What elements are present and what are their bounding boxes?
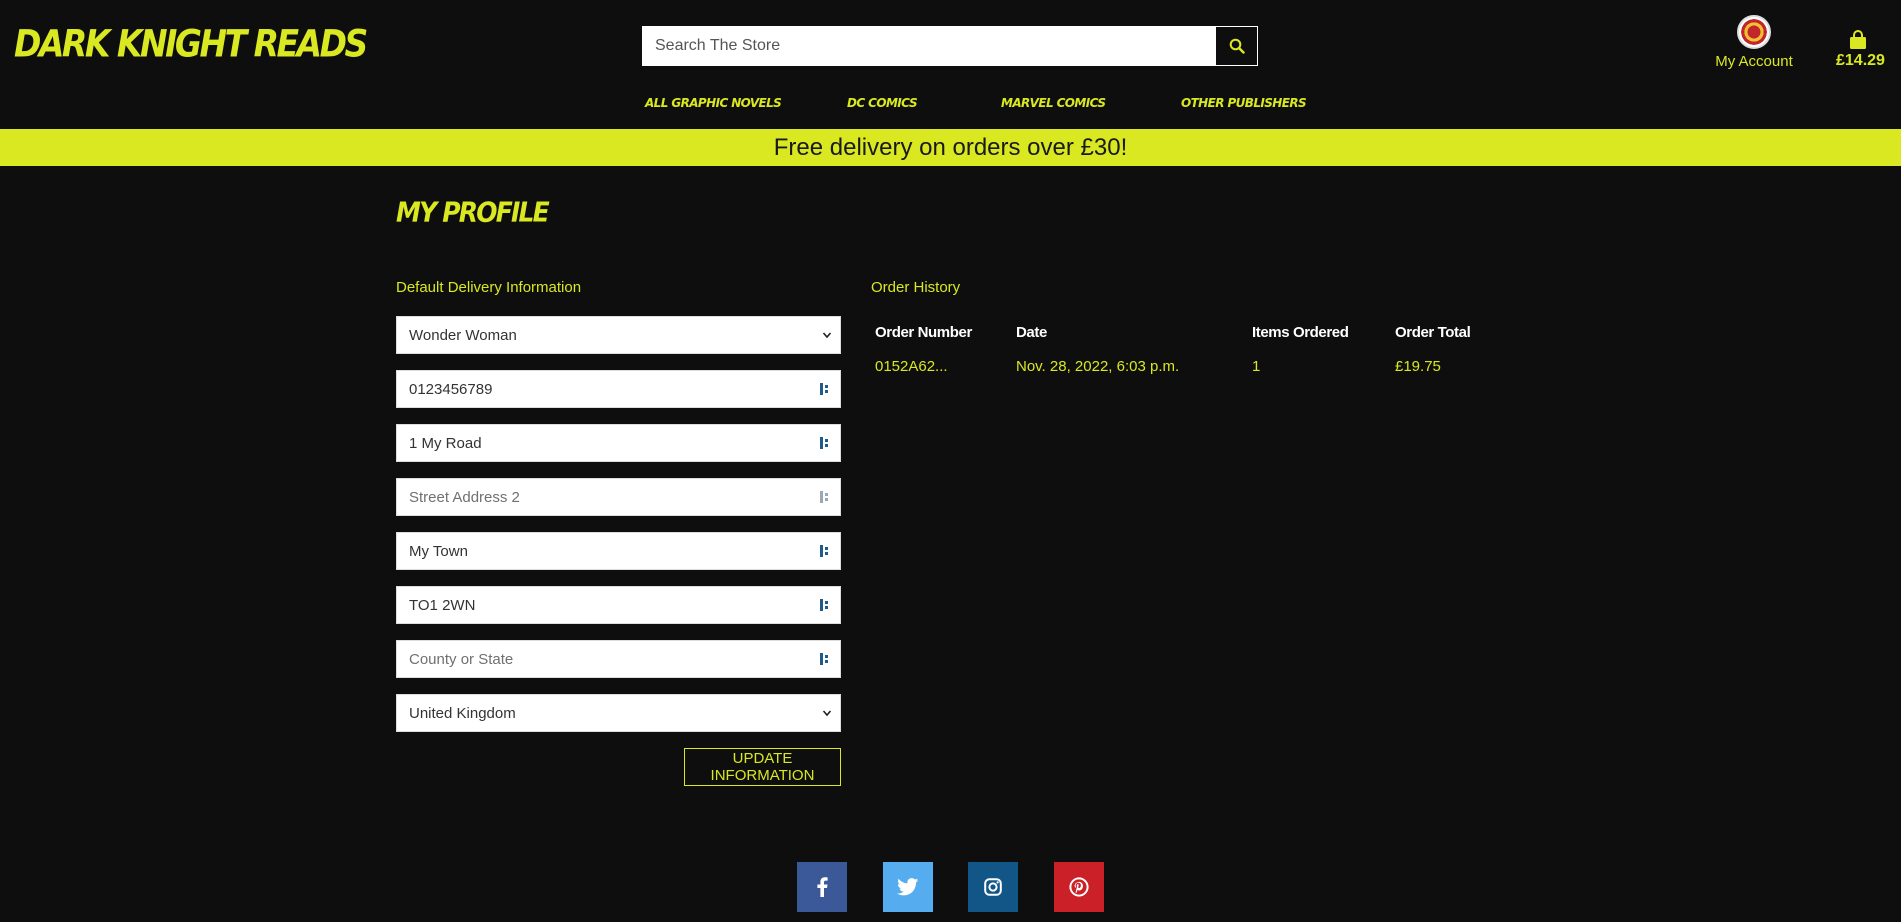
site-logo[interactable]: DARK KNIGHT READS <box>14 22 368 66</box>
county-field <box>396 640 841 678</box>
nav-all-graphic-novels[interactable]: ALL GRAPHIC NOVELS <box>645 96 782 110</box>
facebook-icon <box>817 877 828 897</box>
avatar <box>1737 15 1771 49</box>
full-name-select[interactable]: Wonder Woman <box>397 317 822 353</box>
autofill-key-icon[interactable] <box>816 650 834 668</box>
autofill-key-icon[interactable] <box>816 380 834 398</box>
delivery-banner: Free delivery on orders over £30! <box>0 129 1901 166</box>
bag-total: £14.29 <box>1836 52 1885 69</box>
shopping-bag-icon <box>1850 30 1866 49</box>
nav-marvel-comics[interactable]: MARVEL COMICS <box>1001 96 1106 110</box>
phone-field <box>396 370 841 408</box>
nav-dc-comics[interactable]: DC COMICS <box>847 96 918 110</box>
order-items-count: 1 <box>1252 358 1261 375</box>
postcode-field <box>396 586 841 624</box>
order-number-link[interactable]: 0152A62... <box>875 358 948 375</box>
nav-other-publishers[interactable]: OTHER PUBLISHERS <box>1181 96 1307 110</box>
autofill-key-icon[interactable] <box>816 488 834 506</box>
instagram-icon <box>984 878 1002 896</box>
column-header-order-total: Order Total <box>1395 324 1471 341</box>
search-form <box>642 26 1258 66</box>
town-field <box>396 532 841 570</box>
account-label: My Account <box>1715 53 1793 70</box>
column-header-order-number: Order Number <box>875 324 972 341</box>
facebook-link[interactable] <box>797 862 847 912</box>
county-input[interactable] <box>397 641 816 677</box>
pinterest-icon <box>1069 877 1089 897</box>
order-total: £19.75 <box>1395 358 1441 375</box>
town-input[interactable] <box>397 533 816 569</box>
site-header: DARK KNIGHT READS My Account £14.29 ALL … <box>0 0 1901 129</box>
postcode-input[interactable] <box>397 587 816 623</box>
shopping-bag-link[interactable]: £14.29 <box>1836 30 1885 70</box>
account-link[interactable]: My Account <box>1712 15 1796 70</box>
column-header-items-ordered: Items Ordered <box>1252 324 1349 341</box>
country-field: United Kingdom <box>396 694 841 732</box>
phone-input[interactable] <box>397 371 816 407</box>
instagram-link[interactable] <box>968 862 1018 912</box>
chevron-down-icon <box>822 332 832 339</box>
autofill-key-icon[interactable] <box>816 434 834 452</box>
full-name-field: Wonder Woman <box>396 316 841 354</box>
column-header-date: Date <box>1016 324 1047 341</box>
street-address-2-field <box>396 478 841 516</box>
update-information-button[interactable]: UPDATE INFORMATION <box>684 748 841 786</box>
search-input[interactable] <box>643 27 1216 65</box>
page-title: MY PROFILE <box>396 196 550 228</box>
order-history-title: Order History <box>871 279 961 296</box>
delivery-info-title: Default Delivery Information <box>396 279 582 296</box>
search-button[interactable] <box>1216 27 1257 65</box>
pinterest-link[interactable] <box>1054 862 1104 912</box>
autofill-key-icon[interactable] <box>816 542 834 560</box>
street-address-1-field <box>396 424 841 462</box>
country-select[interactable]: United Kingdom <box>397 695 822 731</box>
order-date: Nov. 28, 2022, 6:03 p.m. <box>1016 358 1180 375</box>
search-icon <box>1229 38 1245 54</box>
twitter-link[interactable] <box>883 862 933 912</box>
twitter-icon <box>897 878 919 896</box>
main-nav: ALL GRAPHIC NOVELS DC COMICS MARVEL COMI… <box>0 96 1901 116</box>
street-address-1-input[interactable] <box>397 425 816 461</box>
autofill-key-icon[interactable] <box>816 596 834 614</box>
chevron-down-icon <box>822 710 832 717</box>
street-address-2-input[interactable] <box>397 479 816 515</box>
